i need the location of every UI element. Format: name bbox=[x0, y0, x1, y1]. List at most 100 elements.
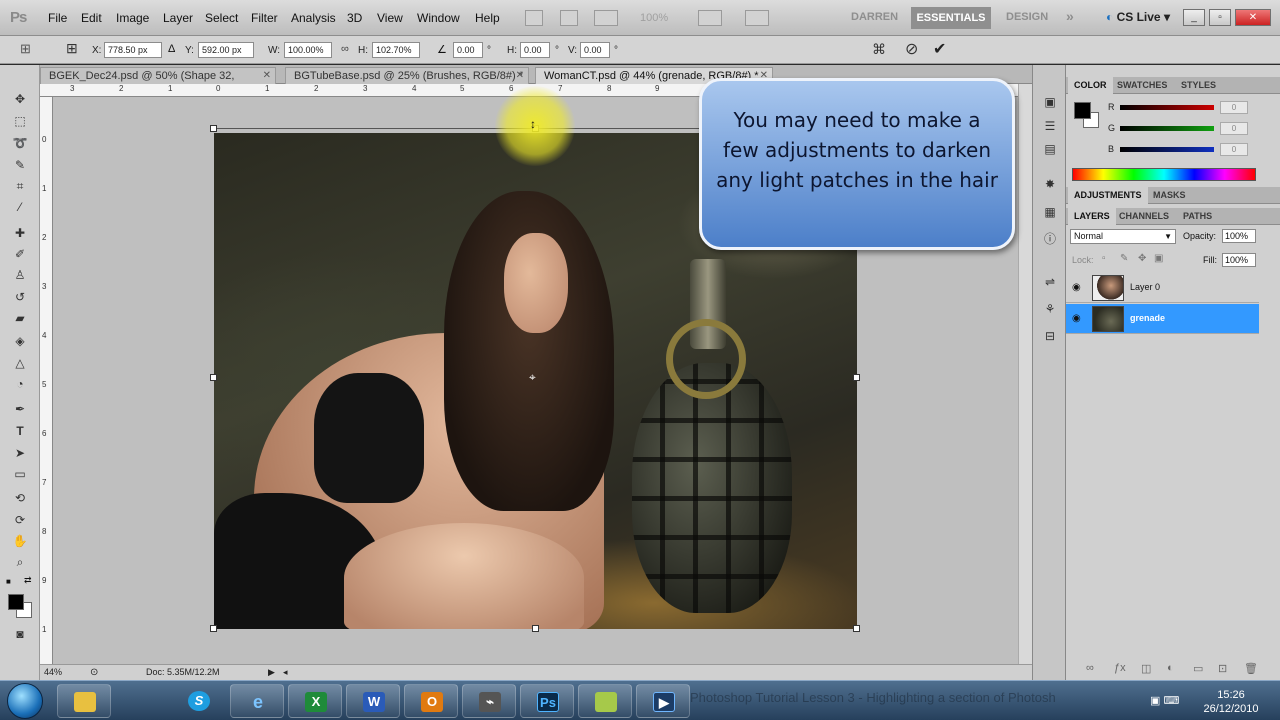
tab-channels[interactable]: CHANNELS bbox=[1119, 211, 1169, 221]
blue-slider[interactable] bbox=[1120, 147, 1214, 152]
transform-handle-left[interactable] bbox=[210, 374, 217, 381]
lock-pixels-icon[interactable]: ✎ bbox=[1120, 253, 1128, 264]
layer-row-layer0[interactable]: ◉ Layer 0 bbox=[1066, 273, 1259, 303]
hand-tool-icon[interactable]: ✋ bbox=[11, 533, 29, 549]
menu-filter[interactable]: Filter bbox=[251, 11, 278, 25]
taskbar-video[interactable]: ▶ bbox=[636, 684, 690, 718]
taskbar-skype[interactable]: S bbox=[172, 684, 226, 718]
workspace-essentials[interactable]: ESSENTIALS bbox=[911, 7, 991, 29]
tab-adjustments[interactable]: ADJUSTMENTS bbox=[1068, 187, 1148, 204]
menu-analysis[interactable]: Analysis bbox=[291, 11, 336, 25]
mini-bridge-panel-icon[interactable]: ▣ bbox=[1041, 94, 1059, 110]
horizontal-skew-field[interactable]: 0.00 bbox=[520, 42, 550, 58]
type-tool-icon[interactable]: T bbox=[11, 423, 29, 439]
taskbar-excel[interactable]: X bbox=[288, 684, 342, 718]
arrange-documents-icon[interactable] bbox=[698, 10, 722, 26]
3d-rotate-tool-icon[interactable]: ⟲ bbox=[11, 490, 29, 506]
menu-image[interactable]: Image bbox=[116, 11, 149, 25]
opacity-field[interactable]: 100% bbox=[1222, 229, 1256, 243]
info-panel-icon[interactable]: ⓘ bbox=[1041, 231, 1059, 247]
workspace-darren[interactable]: DARREN bbox=[851, 11, 898, 23]
menu-view[interactable]: View bbox=[377, 11, 403, 25]
menu-edit[interactable]: Edit bbox=[81, 11, 102, 25]
scroll-left-icon[interactable]: ◂ bbox=[283, 667, 288, 678]
delta-icon[interactable]: Δ bbox=[168, 43, 175, 55]
blue-value[interactable]: 0 bbox=[1220, 143, 1248, 156]
transform-handle-top-left[interactable] bbox=[210, 125, 217, 132]
taskbar-photoshop[interactable]: Ps bbox=[520, 684, 574, 718]
shape-tool-icon[interactable]: ▭ bbox=[11, 466, 29, 482]
status-menu-arrow-icon[interactable]: ▶ bbox=[268, 667, 275, 678]
transform-handle-bottom[interactable] bbox=[532, 625, 539, 632]
workspace-design[interactable]: DESIGN bbox=[1006, 11, 1048, 23]
new-layer-icon[interactable]: ⊡ bbox=[1218, 662, 1227, 675]
paint-bucket-tool-icon[interactable]: ◈ bbox=[11, 333, 29, 349]
quick-mask-icon[interactable]: ◙ bbox=[11, 626, 29, 642]
commit-transform-icon[interactable]: ✔ bbox=[933, 39, 946, 59]
height-scale-field[interactable]: 102.70% bbox=[372, 42, 420, 58]
path-selection-tool-icon[interactable]: ➤ bbox=[11, 445, 29, 461]
tab-styles[interactable]: STYLES bbox=[1181, 80, 1216, 90]
clone-source-panel-icon[interactable]: ▦ bbox=[1041, 204, 1059, 220]
color-spectrum-bar[interactable] bbox=[1072, 168, 1256, 181]
link-icon[interactable]: ∞ bbox=[341, 43, 349, 55]
layer-row-grenade[interactable]: ◉ grenade bbox=[1066, 304, 1259, 334]
default-colors-icon[interactable]: ■ bbox=[6, 577, 11, 586]
transform-handle-right[interactable] bbox=[853, 374, 860, 381]
green-slider[interactable] bbox=[1120, 126, 1214, 131]
mini-bridge-icon[interactable] bbox=[560, 10, 578, 26]
warp-mode-icon[interactable]: ⌘ bbox=[872, 41, 886, 58]
start-button[interactable] bbox=[7, 683, 43, 719]
history-brush-tool-icon[interactable]: ↺ bbox=[11, 289, 29, 305]
width-scale-field[interactable]: 100.00% bbox=[284, 42, 332, 58]
foreground-color-swatch[interactable] bbox=[8, 594, 24, 610]
brush-panel-icon[interactable]: ✸ bbox=[1041, 176, 1059, 192]
taskbar-outlook[interactable]: O bbox=[404, 684, 458, 718]
status-zoom[interactable]: 44% bbox=[44, 667, 62, 677]
dodge-tool-icon[interactable]: ◔ bbox=[11, 376, 29, 392]
character-panel-icon[interactable]: ⇌ bbox=[1041, 274, 1059, 290]
tab-swatches[interactable]: SWATCHES bbox=[1117, 80, 1167, 90]
tab-layers[interactable]: LAYERS bbox=[1068, 208, 1116, 225]
rotation-angle-field[interactable]: 0.00 bbox=[453, 42, 483, 58]
adjustment-layer-icon[interactable]: ◐ bbox=[1167, 662, 1174, 674]
tab-bgtubebase[interactable]: BGTubeBase.psd @ 25% (Brushes, RGB/8#) *… bbox=[285, 67, 529, 84]
actions-panel-icon[interactable]: ▤ bbox=[1041, 141, 1059, 157]
taskbar-ie[interactable]: e bbox=[230, 684, 284, 718]
x-position-field[interactable]: 778.50 px bbox=[104, 42, 162, 58]
vertical-skew-field[interactable]: 0.00 bbox=[580, 42, 610, 58]
layer-name[interactable]: Layer 0 bbox=[1130, 282, 1160, 292]
red-slider[interactable] bbox=[1120, 105, 1214, 110]
workspace-more-icon[interactable]: » bbox=[1066, 8, 1074, 24]
launch-bridge-icon[interactable] bbox=[525, 10, 543, 26]
close-button[interactable]: ✕ bbox=[1235, 9, 1271, 26]
lasso-tool-icon[interactable]: ➰ bbox=[11, 135, 29, 151]
system-clock[interactable]: 15:26 26/12/2010 bbox=[1198, 688, 1264, 716]
menu-select[interactable]: Select bbox=[205, 11, 238, 25]
notes-panel-icon[interactable]: ⊟ bbox=[1041, 328, 1059, 344]
marquee-tool-icon[interactable]: ⬚ bbox=[11, 113, 29, 129]
vertical-ruler[interactable]: 0 1 2 3 4 5 6 7 8 9 1 bbox=[40, 97, 53, 664]
pen-tool-icon[interactable]: ✒ bbox=[11, 401, 29, 417]
visibility-eye-icon[interactable]: ◉ bbox=[1072, 313, 1081, 324]
crop-tool-icon[interactable]: ⌗ bbox=[11, 178, 29, 194]
visibility-eye-icon[interactable]: ◉ bbox=[1072, 282, 1081, 293]
healing-brush-tool-icon[interactable]: ✚ bbox=[11, 225, 29, 241]
red-value[interactable]: 0 bbox=[1220, 101, 1248, 114]
y-position-field[interactable]: 592.00 px bbox=[198, 42, 254, 58]
close-tab-icon[interactable]: ✕ bbox=[263, 68, 271, 84]
lock-all-icon[interactable]: ▣ bbox=[1154, 253, 1163, 264]
eyedropper-tool-icon[interactable]: ⁄ bbox=[11, 199, 29, 215]
paragraph-panel-icon[interactable]: ⚘ bbox=[1041, 301, 1059, 317]
taskbar-usb[interactable]: ⌁ bbox=[462, 684, 516, 718]
fill-field[interactable]: 100% bbox=[1222, 253, 1256, 267]
blur-tool-icon[interactable]: △ bbox=[11, 355, 29, 371]
menu-3d[interactable]: 3D bbox=[347, 11, 362, 25]
transform-handle-bottom-right[interactable] bbox=[853, 625, 860, 632]
layer-style-icon[interactable]: ƒx bbox=[1114, 662, 1126, 674]
tab-paths[interactable]: PATHS bbox=[1183, 211, 1212, 221]
menu-layer[interactable]: Layer bbox=[163, 11, 193, 25]
add-mask-icon[interactable]: ◫ bbox=[1141, 662, 1151, 675]
delete-layer-icon[interactable]: 🗑 bbox=[1244, 662, 1258, 675]
reference-point-icon[interactable]: ⊞ bbox=[66, 40, 78, 57]
